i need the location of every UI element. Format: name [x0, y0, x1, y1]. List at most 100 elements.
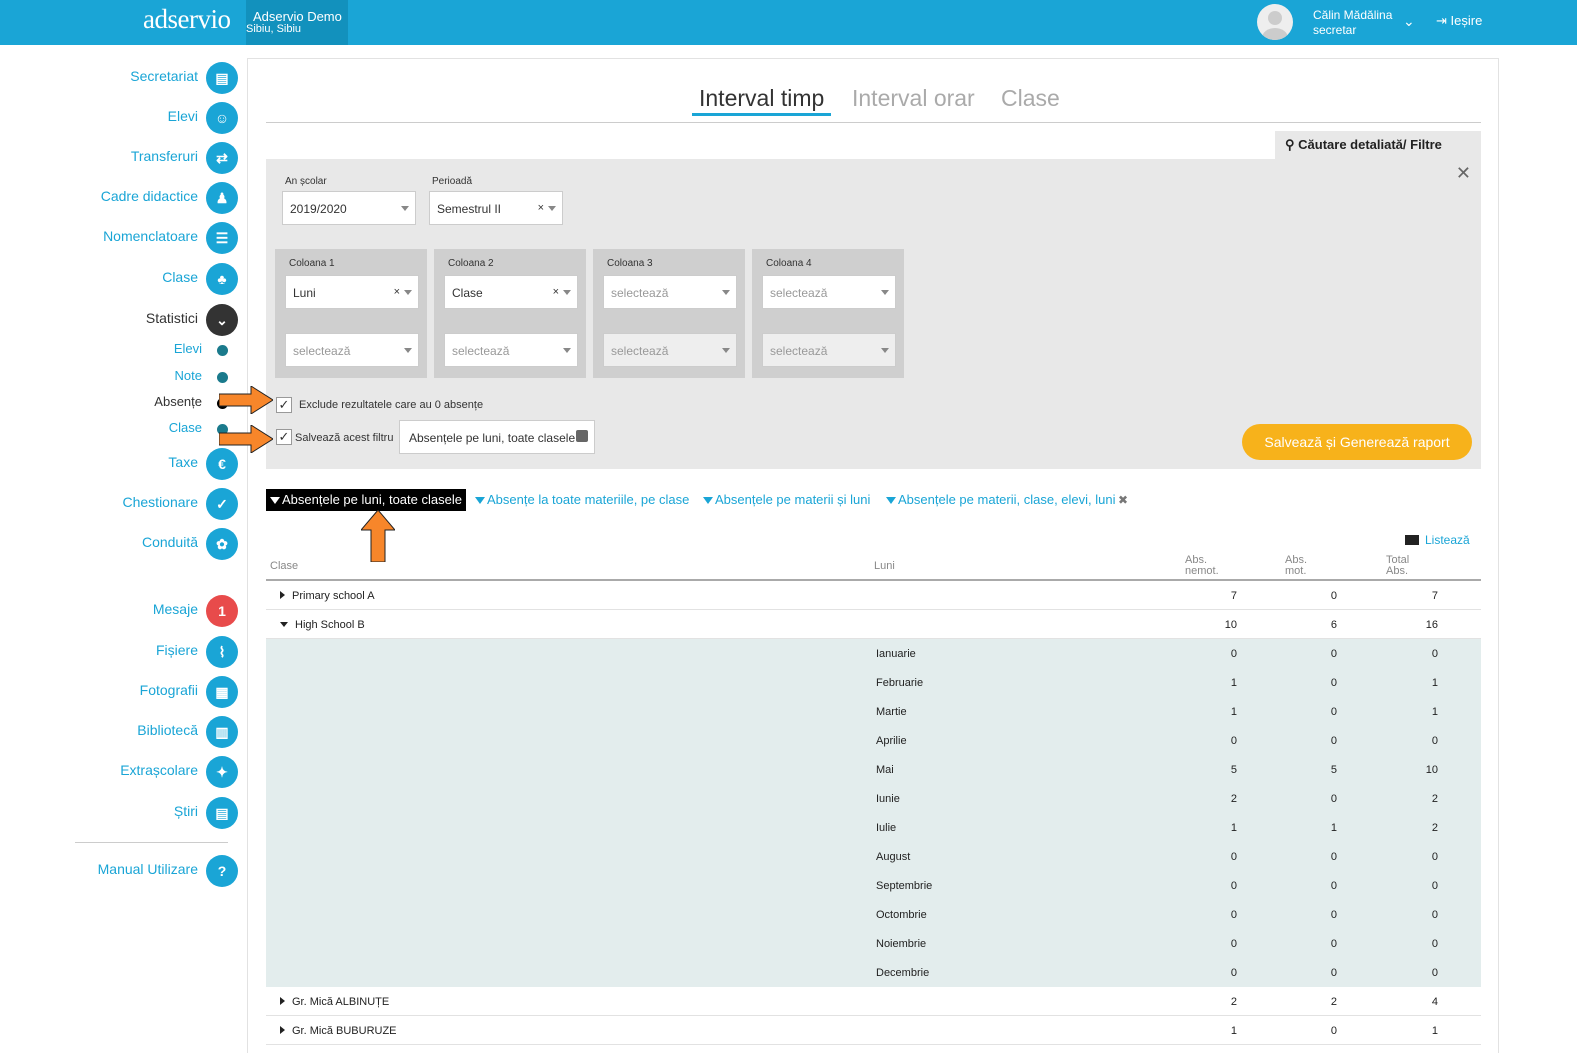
tab-interval-orar[interactable]: Interval orar: [852, 85, 975, 112]
coloana-4-sub-placeholder: selectează: [770, 344, 828, 358]
remove-filter-icon[interactable]: ✖: [1118, 489, 1128, 511]
exclude-zero-checkbox[interactable]: ✓: [276, 397, 292, 413]
close-icon[interactable]: ✕: [1456, 163, 1471, 184]
total-abs-cell: 1: [1431, 706, 1438, 718]
abs-nemot-cell: 1: [1230, 822, 1237, 834]
table-row: Martie 1 0 1: [266, 697, 1481, 726]
tab-bar: Interval timp Interval orar Clase: [266, 85, 1481, 123]
table-row[interactable]: Gr. Mică BUBURUZE 1 0 1: [266, 1016, 1481, 1045]
header-total-abs: Total Abs.: [1386, 555, 1409, 577]
saved-filter-3[interactable]: Absențele pe materii și luni: [703, 489, 870, 511]
filter-icon: [270, 497, 280, 505]
user-menu[interactable]: Călin Mădălina secretar: [1313, 8, 1392, 38]
detailed-search-tab[interactable]: ⚲ Căutare detaliată/ Filtre: [1275, 131, 1481, 159]
sidebar-item-label: Cadre didactice: [100, 188, 198, 204]
clear-icon[interactable]: ×: [394, 286, 400, 298]
sidebar-item-label: Fotografii: [139, 682, 198, 698]
clear-icon[interactable]: ×: [553, 286, 559, 298]
sidebar-item-fisiere[interactable]: Fișiere ⌇: [0, 635, 240, 669]
perioada-select[interactable]: Semestrul II ×: [429, 191, 563, 225]
sidebar-subitem-label: Absențe: [154, 394, 202, 409]
an-scolar-select[interactable]: 2019/2020: [282, 191, 416, 225]
table-row[interactable]: Gr. Mică ALBINUȚE 2 2 4: [266, 987, 1481, 1016]
sidebar-item-transferuri[interactable]: Transferuri ⇄: [0, 141, 240, 175]
sidebar-item-mesaje[interactable]: Mesaje 1: [0, 594, 240, 628]
sidebar-subitem-note[interactable]: Note: [0, 366, 240, 386]
saved-filter-label: Absențe la toate materiile, pe clase: [487, 492, 690, 507]
coloana-2-box: Coloana 2 Clase × selectează: [434, 249, 586, 378]
chevron-down-icon[interactable]: ⌄: [1403, 13, 1415, 30]
dot-icon: [217, 372, 228, 383]
sidebar-item-extrascolare[interactable]: Extrașcolare ✦: [0, 755, 240, 789]
month-cell: Decembrie: [876, 967, 930, 979]
table-row[interactable]: Primary school A 7 0 7: [266, 581, 1481, 610]
teacher-icon: ♟: [206, 182, 238, 214]
sidebar-item-cadre-didactice[interactable]: Cadre didactice ♟: [0, 181, 240, 215]
sidebar-item-manual[interactable]: Manual Utilizare?: [0, 854, 240, 888]
sidebar-item-elevi[interactable]: Elevi ☺: [0, 101, 240, 135]
abs-nemot-cell: 1: [1230, 706, 1237, 718]
school-selector[interactable]: Adservio Demo Sibiu, Sibiu: [246, 0, 348, 45]
sidebar-subitem-label: Elevi: [173, 341, 202, 356]
caret-down-icon: [881, 290, 889, 295]
abs-nemot-cell: 0: [1230, 851, 1237, 863]
coloana-1-select[interactable]: Luni ×: [285, 275, 419, 309]
coloana-3-select[interactable]: selectează: [603, 275, 737, 309]
sidebar-subitem-clase[interactable]: Clase: [0, 418, 240, 438]
photos-icon: ▦: [206, 676, 238, 708]
header-total-abs-line2: Abs.: [1386, 565, 1409, 577]
sidebar-item-chestionare[interactable]: Chestionare ✓: [0, 487, 240, 521]
sidebar-item-fotografii[interactable]: Fotografii ▦: [0, 675, 240, 709]
header-abs-mot: Abs. mot.: [1285, 555, 1307, 577]
print-button[interactable]: Listează: [1405, 533, 1470, 547]
table-row: Octombrie 0 0 0: [266, 900, 1481, 929]
sidebar-subitem-absente[interactable]: Absențe: [0, 392, 240, 412]
sidebar-item-biblioteca[interactable]: Bibliotecă ▥: [0, 715, 240, 749]
clear-icon[interactable]: ×: [538, 202, 544, 214]
save-generate-button[interactable]: Salvează și Generează raport: [1242, 424, 1472, 460]
tab-interval-timp[interactable]: Interval timp: [691, 85, 832, 116]
sidebar-subitem-elevi[interactable]: Elevi: [0, 339, 240, 359]
adservio-logo[interactable]: adservio: [143, 4, 231, 35]
coloana-2-select[interactable]: Clase ×: [444, 275, 578, 309]
sidebar-item-stiri[interactable]: Știri ▤: [0, 796, 240, 830]
sidebar-item-conduita[interactable]: Conduită ✿: [0, 527, 240, 561]
abs-nemot-cell: 1: [1230, 1025, 1237, 1037]
saved-filter-4[interactable]: Absențele pe materii, clase, elevi, luni: [886, 489, 1116, 511]
avatar[interactable]: [1257, 4, 1293, 40]
coloana-1-subselect[interactable]: selectează: [285, 333, 419, 367]
caret-right-icon[interactable]: [280, 997, 285, 1005]
perioada-label: Perioadă: [432, 176, 473, 187]
caret-right-icon[interactable]: [280, 1026, 285, 1034]
caret-down-icon: [722, 290, 730, 295]
caret-right-icon[interactable]: [280, 591, 285, 599]
caret-down-icon: [548, 206, 556, 211]
coloana-2-subselect[interactable]: selectează: [444, 333, 578, 367]
user-name: Călin Mădălina: [1313, 8, 1393, 22]
search-icon: ⚲: [1285, 137, 1299, 152]
tab-clase[interactable]: Clase: [1001, 85, 1060, 112]
abs-mot-cell: 0: [1330, 648, 1337, 660]
class-name: High School B: [295, 619, 365, 631]
sidebar-item-taxe[interactable]: Taxe €: [0, 447, 240, 481]
sidebar-item-secretariat[interactable]: Secretariat ▤: [0, 61, 240, 95]
logout-button[interactable]: ⇥ Ieșire: [1436, 13, 1482, 29]
caret-down-icon[interactable]: [280, 622, 288, 627]
news-icon: ▤: [206, 797, 238, 829]
secretariat-icon: ▤: [206, 62, 238, 94]
month-cell: Iunie: [876, 793, 900, 805]
sidebar-item-statistici[interactable]: Statistici ⌄: [0, 303, 240, 337]
filter-name-input[interactable]: Absențele pe luni, toate clasele: [399, 420, 595, 454]
sidebar-item-nomenclatoare[interactable]: Nomenclatoare ☰: [0, 221, 240, 255]
month-cell: Mai: [876, 764, 894, 776]
saved-filter-2[interactable]: Absențe la toate materiile, pe clase: [475, 489, 689, 511]
caret-down-icon: [881, 348, 889, 353]
sidebar-item-label: Elevi: [167, 108, 198, 124]
sidebar-item-label: Mesaje: [152, 601, 198, 617]
sidebar-item-label: Fișiere: [155, 642, 198, 658]
saved-filter-1[interactable]: Absențele pe luni, toate clasele: [266, 489, 466, 511]
save-filter-checkbox[interactable]: ✓: [276, 429, 292, 445]
coloana-4-select[interactable]: selectează: [762, 275, 896, 309]
table-row[interactable]: High School B 10 6 16: [266, 610, 1481, 639]
sidebar-item-clase[interactable]: Clase ♣: [0, 262, 240, 296]
